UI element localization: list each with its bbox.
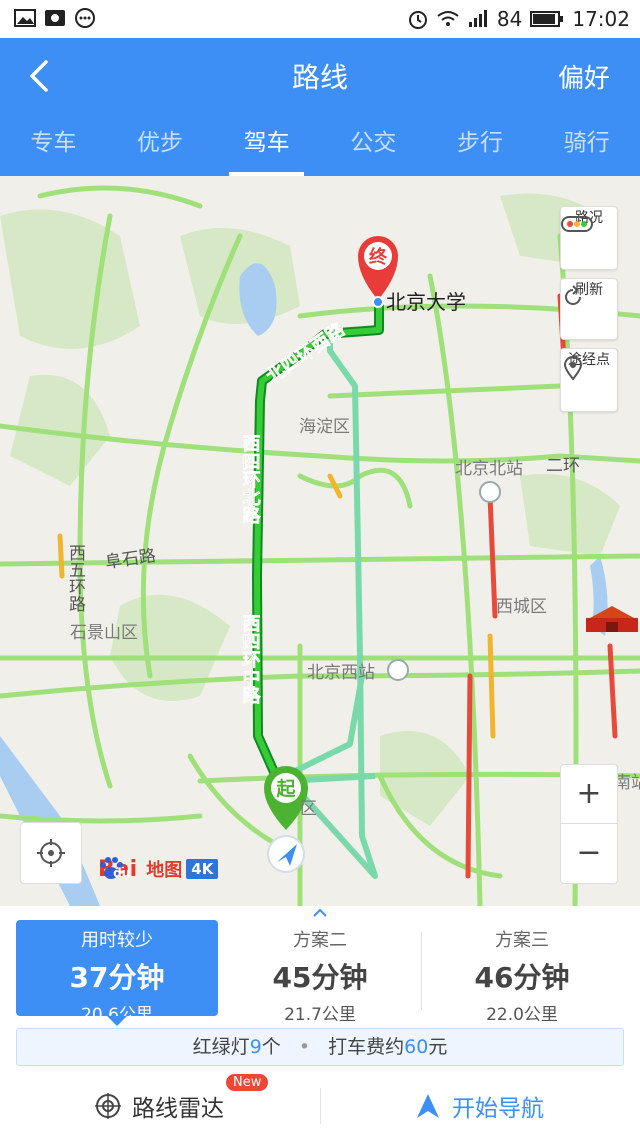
label-haidian: 海淀区 — [299, 417, 350, 437]
route-radar-label: 路线雷达 — [132, 1096, 224, 1122]
wifi-icon — [437, 11, 459, 26]
label-north-4-ring-west: 北四环西路 — [262, 318, 349, 388]
start-marker-label: 起 — [275, 778, 296, 800]
plan-time: 45分钟 — [272, 961, 368, 994]
refresh-button[interactable]: 刷新 — [560, 278, 618, 340]
waypoint-button[interactable]: 途经点 — [560, 348, 618, 412]
label-beijing-west: 北京西站 — [307, 663, 375, 683]
notification-icon — [45, 10, 65, 26]
label-fushi-road: 阜石路 — [104, 546, 157, 573]
route-info-bar: 红绿灯9个 • 打车费约60元 — [16, 1028, 624, 1066]
plan-option-3[interactable]: 方案三 46分钟 22.0公里 — [422, 920, 622, 1025]
route-radar-button[interactable]: 路线雷达 — [94, 1084, 224, 1128]
destination-dot — [372, 296, 384, 308]
baidu-logo: Bai du 地图 4K — [98, 856, 219, 882]
traffic-light-label: 红绿灯 — [192, 1036, 250, 1058]
bottom-action-bar: 路线雷达 New 开始导航 — [0, 1074, 640, 1138]
traffic-light-icon — [561, 216, 593, 232]
label-west-4-ring-north: 西四环北路 — [240, 434, 261, 525]
selected-pointer — [107, 1016, 127, 1026]
start-navigation-label: 开始导航 — [452, 1096, 544, 1122]
clock: 17:02 — [572, 7, 630, 31]
plan-name: 方案三 — [495, 930, 549, 951]
tab-bus[interactable]: 公交 — [320, 122, 427, 176]
plan-option-1[interactable]: 用时较少 37分钟 20.6公里 — [16, 920, 218, 1025]
taxi-fare-label: 打车费约 — [328, 1036, 405, 1058]
app-header: 路线 偏好 专车 优步 驾车 公交 步行 骑行 — [0, 38, 640, 176]
tab-drive[interactable]: 驾车 — [213, 122, 320, 176]
taxi-fare-value: 60 — [404, 1036, 429, 1058]
tab-special-car[interactable]: 专车 — [0, 122, 107, 176]
more-icon — [75, 8, 95, 28]
label-beijing-north: 北京北站 — [455, 459, 523, 479]
mode-tabs: 专车 优步 驾车 公交 步行 骑行 — [0, 122, 640, 176]
zoom-control: + − — [560, 764, 618, 884]
map-canvas: 终 起 北京大学 海淀区 北京北站 二环 西城区 石景山区 北京西站 阜石路 区… — [0, 185, 640, 906]
refresh-icon — [565, 285, 581, 305]
plan-option-2[interactable]: 方案二 45分钟 21.7公里 — [220, 920, 420, 1025]
plan-distance: 22.0公里 — [486, 1005, 558, 1025]
chevron-up-icon[interactable] — [312, 908, 328, 918]
label-second-ring: 二环 — [546, 456, 580, 476]
zoom-out-button[interactable]: − — [561, 824, 617, 882]
battery-icon — [530, 11, 564, 27]
label-west-4-ring-mid: 西四环中路 — [240, 614, 261, 705]
route-plans: 用时较少 37分钟 20.6公里 方案二 45分钟 21.7公里 方案三 46分… — [0, 906, 640, 1026]
traffic-light-count: 9 — [249, 1036, 262, 1058]
tab-bike[interactable]: 骑行 — [533, 122, 640, 176]
radar-icon — [95, 1093, 121, 1119]
pin-icon — [563, 356, 583, 381]
tab-walk[interactable]: 步行 — [427, 122, 534, 176]
alarm-icon — [408, 11, 427, 29]
zoom-in-button[interactable]: + — [561, 765, 617, 823]
label-district-char: 区 — [300, 799, 317, 819]
navigation-arrow-icon — [417, 1094, 439, 1118]
current-location-icon — [267, 835, 305, 873]
plan-name: 用时较少 — [81, 930, 153, 951]
label-shijingshan: 石景山区 — [70, 623, 138, 643]
plan-time: 37分钟 — [69, 961, 165, 994]
battery-level: 84 — [496, 7, 523, 31]
page-title: 路线 — [291, 61, 348, 94]
label-west-5-ring: 西五环路 — [65, 544, 86, 612]
plan-name: 方案二 — [293, 930, 347, 951]
new-badge: New — [226, 1074, 269, 1091]
status-bar: 84 17:02 — [0, 0, 640, 38]
traffic-button[interactable]: 路况 — [560, 206, 618, 270]
plan-distance: 21.7公里 — [284, 1005, 356, 1025]
tab-uber[interactable]: 优步 — [107, 122, 214, 176]
gallery-icon — [14, 9, 36, 27]
start-navigation-button[interactable]: 开始导航 — [414, 1084, 544, 1128]
locate-button[interactable] — [20, 822, 82, 884]
locate-icon — [37, 839, 65, 867]
label-xicheng: 西城区 — [496, 597, 547, 617]
plan-time: 46分钟 — [474, 961, 570, 994]
railway-station-icon — [387, 481, 501, 681]
end-marker-label: 终 — [369, 246, 388, 268]
route-map[interactable]: 终 起 北京大学 海淀区 北京北站 二环 西城区 石景山区 北京西站 阜石路 区… — [0, 176, 640, 906]
preference-button[interactable]: 偏好 — [558, 58, 610, 95]
label-peking-university: 北京大学 — [386, 290, 466, 314]
signal-icon — [468, 10, 487, 27]
